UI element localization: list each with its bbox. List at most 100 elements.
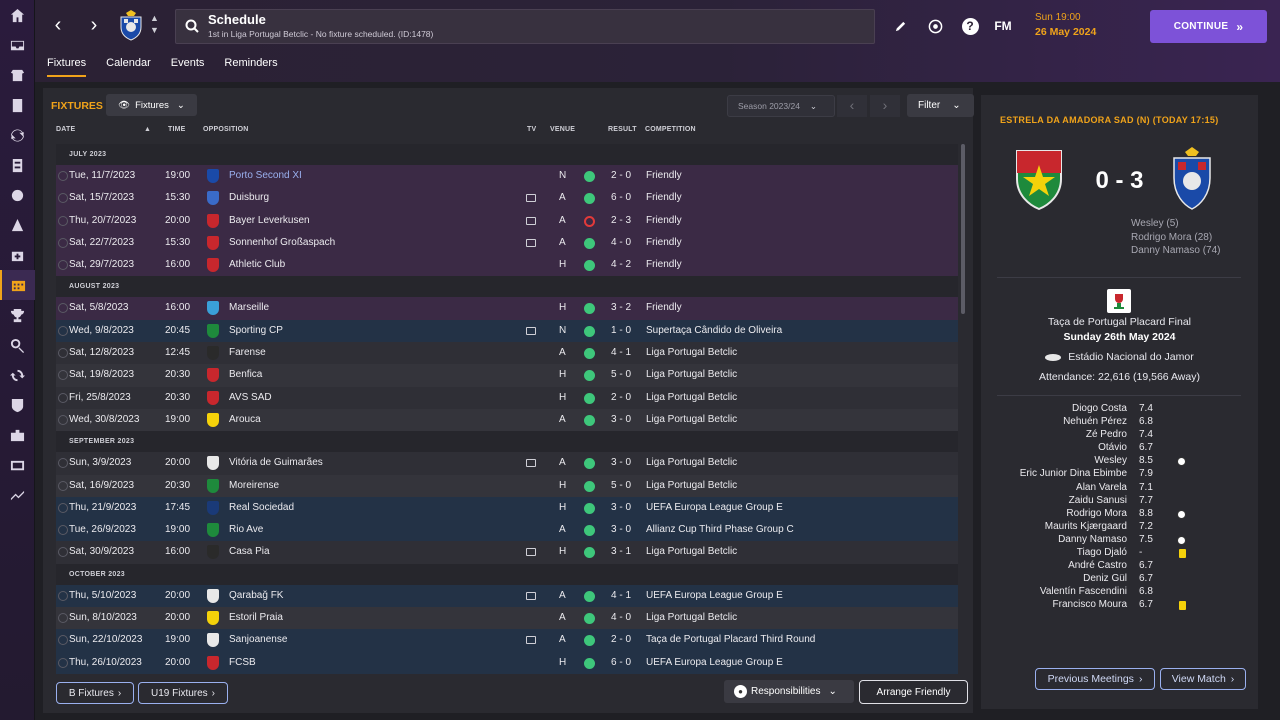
- fixture-row[interactable]: Thu, 5/10/2023 20:00 Qarabağ FK A 4 - 1 UEFA …: [56, 584, 958, 608]
- prev-season-button[interactable]: ‹: [837, 95, 867, 117]
- next-season-button[interactable]: ›: [870, 95, 900, 117]
- fixture-row[interactable]: Sat, 16/9/2023 20:30 Moreirense H 5 - 0 Liga …: [56, 474, 958, 497]
- player-rating-row[interactable]: Wesley 8.5: [981, 455, 1258, 468]
- view-match-button[interactable]: View Match ›: [1160, 668, 1246, 690]
- fixture-result[interactable]: 2 - 0: [611, 392, 631, 403]
- season-select[interactable]: Season 2023/24 ⌄: [727, 95, 835, 117]
- selection-circle-icon[interactable]: [58, 657, 68, 668]
- fixture-competition[interactable]: Friendly: [646, 215, 682, 226]
- opponent-name[interactable]: Farense: [229, 347, 266, 358]
- opponent-name[interactable]: FCSB: [229, 657, 256, 668]
- player-rating-row[interactable]: Otávio 6.7: [981, 442, 1258, 455]
- data-hub-icon[interactable]: [0, 450, 35, 480]
- fixture-result[interactable]: 3 - 0: [611, 502, 631, 513]
- staff-icon[interactable]: [0, 210, 35, 240]
- tab-reminders[interactable]: Reminders: [224, 57, 277, 77]
- player-rating-row[interactable]: Valentín Fascendini 6.8: [981, 586, 1258, 599]
- fixture-result[interactable]: 2 - 3: [611, 215, 631, 226]
- player-rating-row[interactable]: Danny Namaso 7.5: [981, 534, 1258, 547]
- club-crest-icon[interactable]: [118, 9, 144, 41]
- player-name[interactable]: Eric Junior Dina Ebimbe: [1020, 468, 1127, 479]
- club-info-icon[interactable]: [0, 390, 35, 420]
- selection-circle-icon[interactable]: [58, 370, 68, 381]
- opponent-name[interactable]: Duisburg: [229, 192, 269, 203]
- finances-icon[interactable]: [0, 420, 35, 450]
- selection-circle-icon[interactable]: [58, 635, 68, 646]
- fixture-result[interactable]: 3 - 0: [611, 414, 631, 425]
- fixture-competition[interactable]: Friendly: [646, 237, 682, 248]
- fixtures-view-dropdown[interactable]: 👁 Fixtures ⌄: [106, 94, 197, 116]
- opponent-name[interactable]: Rio Ave: [229, 524, 263, 535]
- opponent-name[interactable]: Bayer Leverkusen: [229, 215, 310, 226]
- b-fixtures-button[interactable]: B Fixtures ›: [56, 682, 134, 704]
- player-name[interactable]: Nehuén Pérez: [1063, 416, 1127, 427]
- medical-centre-icon[interactable]: [0, 240, 35, 270]
- player-name[interactable]: Deniz Gül: [1083, 573, 1127, 584]
- edit-pencil-icon[interactable]: [890, 16, 910, 36]
- player-rating-row[interactable]: Diogo Costa 7.4: [981, 403, 1258, 416]
- player-rating-row[interactable]: Francisco Moura 6.7: [981, 599, 1258, 612]
- fixture-competition[interactable]: Allianz Cup Third Phase Group C: [646, 524, 794, 535]
- fixture-result[interactable]: 3 - 2: [611, 302, 631, 313]
- player-name[interactable]: Diogo Costa: [1072, 403, 1127, 414]
- u19-fixtures-button[interactable]: U19 Fixtures ›: [138, 682, 228, 704]
- fixture-result[interactable]: 3 - 0: [611, 524, 631, 535]
- away-club-crest-icon[interactable]: [1171, 145, 1213, 211]
- selection-circle-icon[interactable]: [58, 325, 68, 336]
- fixture-result[interactable]: 4 - 1: [611, 590, 631, 601]
- player-name[interactable]: Otávio: [1098, 442, 1127, 453]
- player-rating-row[interactable]: Nehuén Pérez 6.8: [981, 416, 1258, 429]
- opponent-name[interactable]: Porto Second XI: [229, 170, 302, 181]
- fixture-competition[interactable]: Liga Portugal Betclic: [646, 414, 737, 425]
- fixture-result[interactable]: 5 - 0: [611, 480, 631, 491]
- selection-circle-icon[interactable]: [58, 303, 68, 314]
- fixture-result[interactable]: 3 - 1: [611, 546, 631, 557]
- dev-centre-icon[interactable]: [0, 480, 35, 510]
- selection-circle-icon[interactable]: [58, 480, 68, 491]
- column-venue[interactable]: VENUE: [550, 126, 575, 133]
- fixture-competition[interactable]: Supertaça Cândido de Oliveira: [646, 325, 782, 336]
- selection-circle-icon[interactable]: [58, 348, 68, 359]
- selection-circle-icon[interactable]: [58, 392, 68, 403]
- fixture-result[interactable]: 6 - 0: [611, 192, 631, 203]
- tactics-icon[interactable]: [0, 90, 35, 120]
- stadium-name[interactable]: Estádio Nacional do Jamor: [1068, 351, 1193, 363]
- selection-circle-icon[interactable]: [58, 613, 68, 624]
- opponent-name[interactable]: Sanjoanense: [229, 634, 287, 645]
- previous-meetings-button[interactable]: Previous Meetings ›: [1035, 668, 1155, 690]
- responsibilities-dropdown[interactable]: ● Responsibilities ⌄: [724, 680, 854, 703]
- transfers-icon[interactable]: [0, 360, 35, 390]
- fixture-row[interactable]: Sat, 29/7/2023 16:00 Athletic Club H 4 - 2 Fr…: [56, 254, 958, 277]
- fixture-competition[interactable]: Liga Portugal Betclic: [646, 612, 737, 623]
- schedule-icon[interactable]: [0, 270, 35, 300]
- fixture-row[interactable]: Sat, 12/8/2023 12:45 Farense A 4 - 1 Liga Por…: [56, 342, 958, 365]
- search-icon[interactable]: [185, 19, 199, 33]
- fixture-competition[interactable]: Liga Portugal Betclic: [646, 392, 737, 403]
- player-name[interactable]: Alan Varela: [1076, 482, 1127, 493]
- back-arrow-icon[interactable]: ‹: [47, 14, 69, 38]
- player-name[interactable]: Wesley: [1094, 455, 1127, 466]
- fm-menu-button[interactable]: FM: [993, 16, 1013, 36]
- opponent-name[interactable]: Athletic Club: [229, 259, 285, 270]
- fixture-result[interactable]: 1 - 0: [611, 325, 631, 336]
- fixture-row[interactable]: Tue, 11/7/2023 19:00 Porto Second XI N 2 - 0…: [56, 165, 958, 188]
- club-switch-arrows-icon[interactable]: ▲ ▼: [150, 12, 159, 36]
- fixture-competition[interactable]: Friendly: [646, 192, 682, 203]
- player-name[interactable]: Zé Pedro: [1086, 429, 1127, 440]
- fixture-competition[interactable]: Liga Portugal Betclic: [646, 457, 737, 468]
- column-opposition[interactable]: OPPOSITION: [203, 126, 249, 133]
- player-rating-row[interactable]: Eric Junior Dina Ebimbe 7.9: [981, 468, 1258, 481]
- page-title-bar[interactable]: Schedule 1st in Liga Portugal Betclic - …: [175, 9, 875, 44]
- fixture-result[interactable]: 4 - 1: [611, 347, 631, 358]
- player-rating-row[interactable]: Rodrigo Mora 8.8: [981, 508, 1258, 521]
- player-name[interactable]: Zaidu Sanusi: [1069, 495, 1127, 506]
- opponent-name[interactable]: Sonnenhof Großaspach: [229, 237, 335, 248]
- fixture-row[interactable]: Tue, 26/9/2023 19:00 Rio Ave A 3 - 0 Allianz …: [56, 519, 958, 542]
- selection-circle-icon[interactable]: [58, 458, 68, 469]
- player-name[interactable]: Francisco Moura: [1053, 599, 1127, 610]
- tab-fixtures[interactable]: Fixtures: [47, 57, 87, 77]
- fixture-competition[interactable]: Liga Portugal Betclic: [646, 546, 737, 557]
- fixture-row[interactable]: Sat, 5/8/2023 16:00 Marseille H 3 - 2 Friendl…: [56, 297, 958, 320]
- column-date[interactable]: DATE: [56, 126, 75, 133]
- fixture-result[interactable]: 5 - 0: [611, 369, 631, 380]
